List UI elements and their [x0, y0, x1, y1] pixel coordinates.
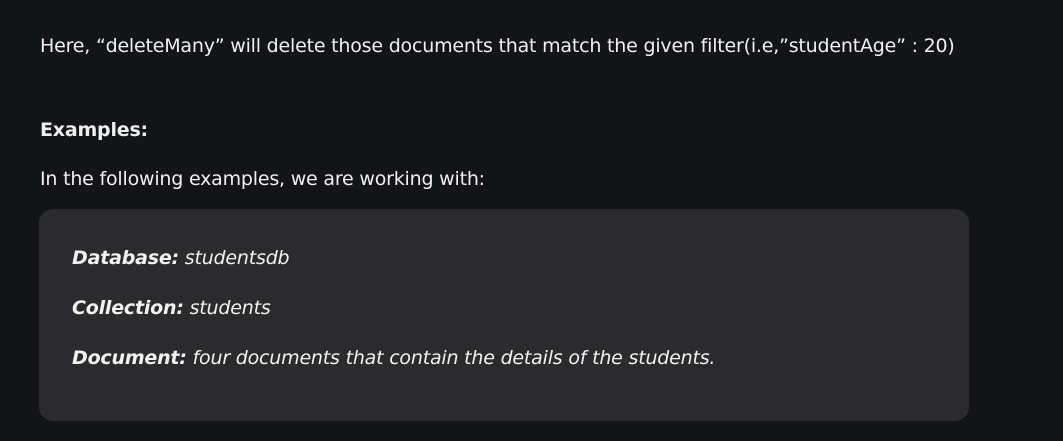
working-with-paragraph: In the following examples, we are workin… [40, 168, 485, 190]
database-label: Database: [72, 247, 179, 269]
collection-line: Collection: students [72, 295, 271, 321]
database-value: studentsdb [178, 247, 290, 269]
document-value: four documents that contain the details … [186, 347, 716, 369]
article-content: Here, “deleteMany” will delete those doc… [0, 0, 1063, 441]
document-label: Document: [72, 347, 187, 369]
collection-value: students [183, 297, 271, 319]
database-line: Database: studentsdb [72, 245, 290, 271]
collection-label: Collection: [72, 297, 184, 319]
document-line: Document: four documents that contain th… [72, 345, 715, 371]
examples-heading: Examples: [40, 119, 148, 141]
info-box: Database: studentsdb Collection: student… [39, 209, 969, 421]
intro-paragraph: Here, “deleteMany” will delete those doc… [40, 35, 955, 57]
